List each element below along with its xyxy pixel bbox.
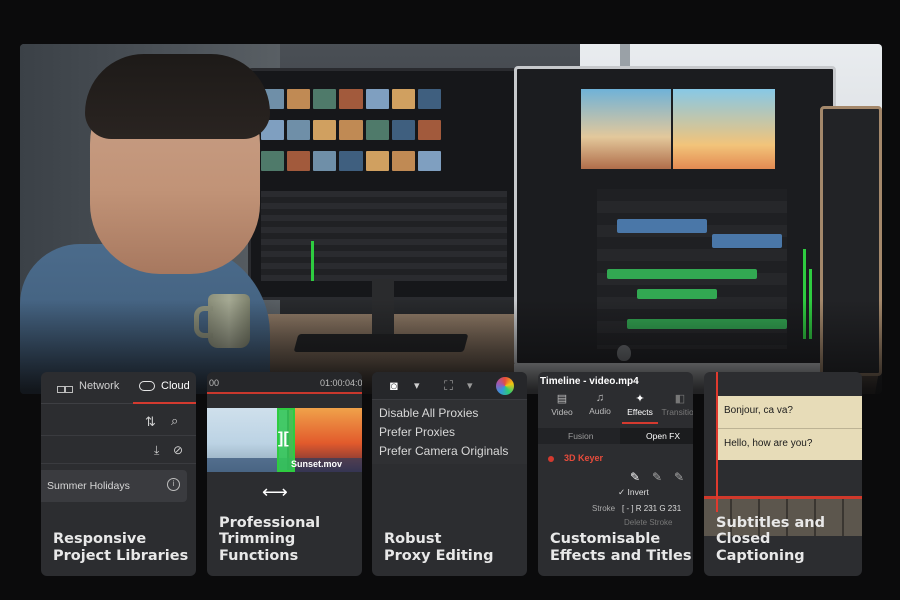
info-icon[interactable]: i [167,478,180,491]
timeline-ruler: 00 01:00:04:00 [207,372,362,394]
card-title-line: Professional [219,514,321,531]
library-tabs: Network Cloud [41,372,196,404]
tab-network[interactable]: Network [57,380,120,394]
eyedropper-icon[interactable]: ✎ [630,470,640,484]
menu-item-prefer-proxies[interactable]: Prefer Proxies [379,425,455,439]
card-title: Subtitles and Closed Captioning [716,515,862,565]
video-icon: ▤ [556,393,568,405]
card-title-line: Robust [384,531,442,547]
active-tab-indicator [133,402,196,404]
media-list [261,191,507,281]
tab-effects[interactable]: ✦ Effects [620,392,660,417]
menu-item-prefer-camera-originals[interactable]: Prefer Camera Originals [379,444,508,458]
card-title-line: Proxy Editing [384,547,494,564]
card-title-line: Responsive [53,531,147,547]
tab-video[interactable]: ▤ Video [542,392,582,417]
card-project-libraries: Network Cloud ⇅ ⌕ ⤓ ⊘ Summer Holidays i … [41,372,196,576]
invert-label: Invert [627,487,649,497]
timecode-start: 00 [209,378,220,388]
music-icon: ♫ [595,392,605,404]
card-title-line: Subtitles and [716,514,825,531]
delete-stroke-button[interactable]: Delete Stroke [624,518,672,527]
source-viewer [581,89,671,169]
chevron-down-icon[interactable]: ▾ [467,379,473,392]
proxy-camera-icon[interactable]: ◙ [390,378,398,393]
search-icon[interactable]: ⌕ [171,413,178,429]
subtab-openfx[interactable]: Open FX [646,431,680,441]
card-proxy-editing: ◙ ▾ ⛶ ▾ Disable All Proxies Prefer Proxi… [372,372,527,576]
tab-cloud[interactable]: Cloud [139,380,190,392]
clip-name: Sunset.mov [291,459,343,469]
tab-cloud-label: Cloud [161,380,190,392]
audio-clip [607,269,757,279]
playhead[interactable] [716,372,718,512]
folder-label: Summer Holidays [47,480,130,492]
ruler-highlight [207,392,362,394]
thumbnail-grid [261,89,441,179]
transition-icon: ◧ [674,393,686,405]
monitor-media-pool [248,68,520,300]
tab-label: Effects [627,407,653,417]
menu-item-disable-all-proxies[interactable]: Disable All Proxies [379,406,478,420]
color-wheel-icon[interactable] [496,377,514,395]
tab-label: Audio [589,406,611,416]
tab-network-label: Network [79,380,120,392]
cloud-off-icon[interactable]: ⊘ [173,443,183,457]
active-tab-indicator [622,422,658,424]
person-hair [85,54,270,139]
effect-name: 3D Keyer [564,453,604,463]
card-title: Professional Trimming Functions [219,515,320,565]
card-title-line: Effects and Titles [550,547,692,564]
card-subtitles: Bonjour, ca va? Hello, how are you? Subt… [704,372,862,576]
tab-audio[interactable]: ♫ Audio [580,392,620,416]
scan-icon[interactable]: ⛶ [444,378,453,394]
eyedropper-remove-icon[interactable]: ✎ [674,470,684,484]
timeline-viewer [673,89,775,169]
invert-checkbox[interactable]: ✓ Invert [618,487,649,498]
card-title-line: Project Libraries [53,547,189,564]
timecode-end: 01:00:04:00 [320,378,362,388]
subtab-fusion[interactable]: Fusion [568,431,594,441]
card-title: Robust Proxy Editing [384,531,493,564]
card-title: Customisable Effects and Titles [550,531,691,564]
effect-enabled-dot[interactable] [548,456,554,462]
project-folder[interactable]: Summer Holidays i [41,470,187,502]
trim-icon: ][ [278,430,289,447]
audio-clip [637,289,717,299]
download-icon[interactable]: ⤓ [154,443,159,458]
network-icon [57,380,73,394]
timeline-title: Timeline - video.mp4 [540,376,639,387]
video-clip [617,219,707,233]
stroke-label: Stroke [592,504,616,513]
card-title-line: Customisable [550,531,661,547]
card-title-line: Closed Captioning [716,531,805,564]
subtitle-clip[interactable]: Hello, how are you? [718,428,862,460]
double-arrow-icon: ⟷ [262,482,288,502]
card-effects: Timeline - video.mp4 ▤ Video ♫ Audio ✦ Effe… [538,372,693,576]
tab-transition[interactable]: ◧ Transition [660,392,693,417]
stroke-values: [ - ] R 231 G 231 [622,504,682,513]
chevron-down-icon[interactable]: ▾ [414,379,420,392]
tab-label: Transition [661,407,693,417]
track-highlight [704,496,862,499]
card-title: Responsive Project Libraries [53,531,188,564]
eyedropper-add-icon[interactable]: ✎ [652,470,662,484]
card-title-line: Functions [219,547,299,564]
card-trimming: 00 01:00:04:00 ][ Sunset.mov ⟷ Professio… [207,372,362,576]
card-title-line: Trimming [219,531,296,547]
subtitle-clip[interactable]: Bonjour, ca va? [718,396,862,428]
tab-label: Video [551,407,573,417]
cloud-icon [139,381,155,392]
video-clip [712,234,782,248]
audio-meter [311,241,314,281]
sort-icon[interactable]: ⇅ [145,414,156,430]
effects-icon: ✦ [635,393,645,405]
